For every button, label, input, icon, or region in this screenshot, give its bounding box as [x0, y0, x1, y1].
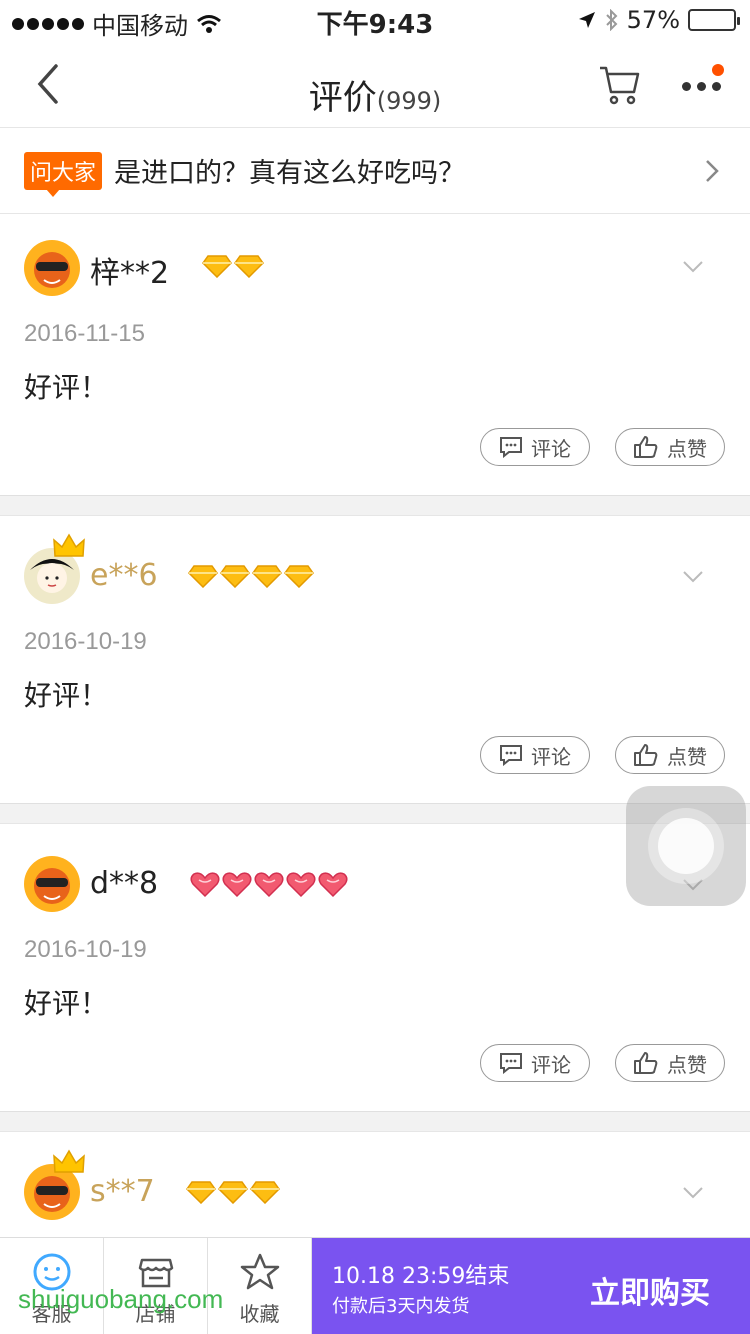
level-badges [186, 1180, 280, 1204]
red-heart-icon [222, 872, 252, 898]
yellow-diamond-icon [202, 255, 232, 278]
review-content: 好评！ [24, 987, 109, 1020]
like-button[interactable]: 点赞 [615, 428, 725, 466]
review-username: e**6 [90, 558, 158, 593]
buy-now-label: 立即购买 [590, 1276, 710, 1311]
chevron-right-icon [706, 160, 719, 182]
bluetooth-icon [605, 9, 618, 31]
yellow-diamond-icon [234, 255, 264, 278]
yellow-diamond-icon [284, 565, 314, 588]
battery-icon [688, 9, 740, 31]
review-card: 梓**2 2016-11-15 好评！ 评论 点赞 [0, 214, 750, 496]
location-arrow-icon [578, 12, 595, 28]
level-badges [190, 872, 348, 898]
yellow-diamond-icon [188, 565, 218, 588]
thumbs-up-icon [634, 744, 658, 766]
red-heart-icon [286, 872, 316, 898]
comment-button[interactable]: 评论 [480, 428, 590, 466]
comment-button[interactable]: 评论 [480, 736, 590, 774]
yellow-diamond-icon [220, 565, 250, 588]
review-username: d**8 [90, 866, 159, 901]
more-icon [682, 82, 721, 91]
review-date: 2016-11-15 [24, 320, 145, 347]
red-heart-icon [254, 872, 284, 898]
status-right: 57% [577, 6, 740, 34]
comment-icon [500, 745, 522, 766]
level-badges [188, 564, 314, 588]
review-username: s**7 [90, 1174, 155, 1209]
assistive-touch-button[interactable] [626, 786, 746, 906]
yellow-diamond-icon [218, 1181, 248, 1204]
star-icon [240, 1253, 280, 1290]
battery-percent: 57% [626, 6, 680, 34]
like-label: 点赞 [667, 1052, 707, 1077]
notification-dot [712, 64, 724, 76]
thumbs-up-icon [634, 1052, 658, 1074]
assistive-touch-core [658, 818, 714, 874]
section-divider [0, 1112, 750, 1132]
buy-now-button[interactable]: 10.18 23:59结束 付款后3天内发货 立即购买 [312, 1238, 750, 1334]
avatar [24, 856, 80, 912]
tab-label: 收藏 [239, 1302, 280, 1326]
like-label: 点赞 [667, 744, 707, 769]
review-card: e**6 2016-10-19 好评！ 评论 点赞 [0, 516, 750, 804]
avatar [24, 240, 80, 296]
cart-icon[interactable] [598, 64, 642, 106]
chevron-down-icon[interactable] [682, 260, 704, 274]
review-content: 好评！ [24, 371, 109, 404]
yellow-diamond-icon [250, 1181, 280, 1204]
comment-icon [500, 1053, 522, 1074]
red-heart-icon [190, 872, 220, 898]
status-bar: 中国移动 下午9:43 57% [0, 0, 750, 40]
comment-icon [500, 437, 522, 458]
review-date: 2016-10-19 [24, 628, 147, 655]
review-card: s**7 [0, 1132, 750, 1237]
chevron-down-icon[interactable] [682, 570, 704, 584]
promo-deadline: 10.18 23:59结束 [332, 1264, 510, 1289]
comment-label: 评论 [531, 436, 571, 461]
ask-everyone-bar[interactable]: 问大家 是进口的？真有这么好吃吗？ [0, 128, 750, 214]
level-badges [202, 254, 264, 278]
ask-question: 是进口的？真有这么好吃吗？ [114, 158, 466, 189]
watermark: shuiguobang.com [18, 1284, 224, 1314]
comment-label: 评论 [531, 744, 571, 769]
more-menu-button[interactable] [680, 64, 724, 100]
review-username: 梓**2 [90, 256, 170, 291]
like-button[interactable]: 点赞 [615, 736, 725, 774]
chevron-down-icon[interactable] [682, 1186, 704, 1200]
crown-icon [53, 533, 85, 557]
promo-shipping: 付款后3天内发货 [332, 1296, 470, 1317]
nav-bar: 评价(999) [0, 40, 750, 128]
thumbs-up-icon [634, 436, 658, 458]
tab-favorite[interactable]: 收藏 [208, 1238, 312, 1334]
red-heart-icon [318, 872, 348, 898]
comment-button[interactable]: 评论 [480, 1044, 590, 1082]
crown-icon [53, 1149, 85, 1173]
comment-label: 评论 [531, 1052, 571, 1077]
like-button[interactable]: 点赞 [615, 1044, 725, 1082]
section-divider [0, 496, 750, 516]
review-count: (999) [376, 87, 442, 115]
review-date: 2016-10-19 [24, 936, 147, 963]
ask-everyone-badge: 问大家 [24, 151, 103, 197]
page-title-text: 评价 [308, 78, 377, 118]
yellow-diamond-icon [186, 1181, 216, 1204]
like-label: 点赞 [667, 436, 707, 461]
yellow-diamond-icon [252, 565, 282, 588]
review-content: 好评！ [24, 679, 109, 712]
